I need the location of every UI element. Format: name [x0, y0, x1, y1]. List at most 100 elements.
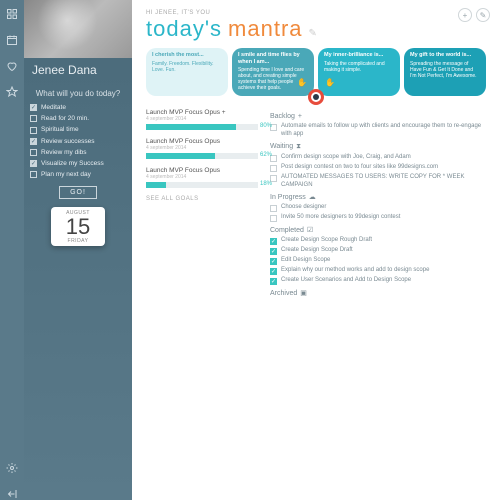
task-label: Create Design Scope Draft — [281, 247, 353, 255]
mantra-body: Taking the complicated and making it sim… — [324, 61, 394, 73]
cloud-icon: ☁ — [309, 193, 316, 201]
goal-card[interactable]: Launch MVP Focus Opus4 september 201418% — [146, 167, 258, 188]
mantra-bubble[interactable]: I smile and time flies by when I am...Sp… — [232, 48, 314, 96]
check-icon: ☑ — [307, 226, 313, 234]
checkbox-icon[interactable] — [30, 115, 37, 122]
checkbox-icon[interactable] — [270, 278, 277, 285]
task-item[interactable]: Invite 50 more designers to 99design con… — [270, 214, 486, 222]
todo-label: Visualize my Success — [41, 160, 104, 167]
goal-percent: 80% — [260, 123, 272, 129]
todo-label: Plan my next day — [41, 171, 91, 178]
todo-label: Spiritual time — [41, 126, 79, 133]
todo-label: Review successes — [41, 138, 94, 145]
goal-percent: 18% — [260, 181, 272, 187]
task-item[interactable]: Explain why our method works and add to … — [270, 267, 486, 275]
edit-title-icon[interactable]: ✎ — [309, 28, 318, 39]
checkbox-icon[interactable] — [30, 149, 37, 156]
checkbox-icon[interactable] — [270, 268, 277, 275]
plus-icon: + — [298, 113, 302, 120]
page-title: today's mantra ✎ — [146, 16, 486, 42]
hourglass-icon: ⧗ — [296, 143, 301, 151]
mantra-bubble[interactable]: My gift to the world is... Spreading the … — [404, 48, 486, 96]
checkbox-icon[interactable] — [30, 171, 37, 178]
goal-date: 4 september 2014 — [146, 145, 258, 151]
checkbox-icon[interactable] — [270, 258, 277, 265]
checkbox-icon[interactable] — [270, 248, 277, 255]
calendar-weekday: FRIDAY — [51, 238, 105, 244]
goal-title: Launch MVP Focus Opus — [146, 167, 258, 174]
goal-card[interactable]: Launch MVP Focus Opus4 september 201462% — [146, 138, 258, 159]
checkbox-icon[interactable] — [30, 160, 37, 167]
archive-icon: ▣ — [300, 289, 307, 297]
todo-item[interactable]: Plan my next day — [30, 171, 126, 178]
add-button[interactable]: + — [458, 8, 472, 22]
section-header: Completed ☑ — [270, 226, 486, 234]
goal-card[interactable]: Launch MVP Focus Opus +4 september 20148… — [146, 109, 258, 130]
checkbox-icon[interactable] — [30, 127, 37, 134]
nav-settings-icon[interactable] — [6, 462, 18, 474]
section-label: Archived — [270, 290, 297, 297]
nav-calendar-icon[interactable] — [6, 34, 18, 46]
goal-title: Launch MVP Focus Opus — [146, 138, 258, 145]
nav-star-icon[interactable] — [6, 86, 18, 98]
goal-date: 4 september 2014 — [146, 174, 258, 180]
go-button[interactable]: GO! — [59, 186, 97, 199]
task-label: Create Design Scope Rough Draft — [281, 237, 372, 245]
task-item[interactable]: Create Design Scope Rough Draft — [270, 237, 486, 245]
nav-heart-icon[interactable] — [6, 60, 18, 72]
task-item[interactable]: AUTOMATED MESSAGES TO USERS: WRITE COPY … — [270, 174, 486, 190]
task-label: Confirm design scope with Joe, Craig, an… — [281, 154, 411, 162]
task-item[interactable]: Post design contest on two to four sites… — [270, 164, 486, 172]
nav-logout-icon[interactable] — [6, 488, 18, 500]
task-label: AUTOMATED MESSAGES TO USERS: WRITE COPY … — [281, 174, 486, 190]
todo-item[interactable]: Read for 20 min. — [30, 115, 126, 122]
edit-button[interactable]: ✎ — [476, 8, 490, 22]
mantra-head: My gift to the world is... — [410, 52, 480, 59]
user-name: Jenee Dana — [24, 58, 132, 85]
checkbox-icon[interactable] — [30, 104, 37, 111]
section-label: In Progress — [270, 194, 306, 201]
todo-item[interactable]: Meditate — [30, 104, 126, 111]
checkbox-icon[interactable] — [270, 215, 277, 222]
mantra-head: I smile and time flies by when I am... — [238, 52, 308, 65]
section-label: Completed — [270, 227, 304, 234]
task-label: Create User Scenarios and Add to Design … — [281, 277, 411, 285]
todo-item[interactable]: Spiritual time — [30, 126, 126, 133]
todo-item[interactable]: Review my dibs — [30, 149, 126, 156]
profile-photo — [24, 0, 132, 58]
section-label: Backlog — [270, 113, 295, 120]
task-item[interactable]: Edit Design Scope — [270, 257, 486, 265]
task-item[interactable]: Automate emails to follow up with client… — [270, 123, 486, 139]
task-item[interactable]: Create Design Scope Draft — [270, 247, 486, 255]
task-item[interactable]: Create User Scenarios and Add to Design … — [270, 277, 486, 285]
todo-label: Meditate — [41, 104, 66, 111]
mantra-bubble[interactable]: My inner-brilliance is... Taking the comp… — [318, 48, 400, 96]
checkbox-icon[interactable] — [270, 205, 277, 212]
nav-grid-icon[interactable] — [6, 8, 18, 20]
todo-item[interactable]: Visualize my Success — [30, 160, 126, 167]
checkbox-icon[interactable] — [30, 138, 37, 145]
todo-label: Read for 20 min. — [41, 115, 89, 122]
goal-date: 4 september 2014 — [146, 116, 258, 122]
todo-item[interactable]: Review successes — [30, 138, 126, 145]
mantra-bubble[interactable]: I cherish the most... Family. Freedom. Fl… — [146, 48, 228, 96]
task-label: Automate emails to follow up with client… — [281, 123, 486, 139]
mantra-body: Family. Freedom. Flexibility. Love. Fun. — [152, 61, 222, 73]
section-header: In Progress ☁ — [270, 193, 486, 201]
calendar-widget[interactable]: AUGUST 15 FRIDAY — [51, 207, 105, 246]
see-all-goals[interactable]: SEE ALL GOALS — [146, 196, 258, 202]
task-item[interactable]: Choose designer — [270, 204, 486, 212]
goal-percent: 62% — [260, 152, 272, 158]
mantra-body: Spreading the message of Have Fun & Get … — [410, 61, 480, 79]
task-item[interactable]: Confirm design scope with Joe, Craig, an… — [270, 154, 486, 162]
mantra-head: I cherish the most... — [152, 52, 222, 59]
task-label: Edit Design Scope — [281, 257, 330, 265]
section-header: Waiting ⧗ — [270, 143, 486, 151]
mantra-head: My inner-brilliance is... — [324, 52, 394, 59]
section-label: Waiting — [270, 143, 293, 150]
task-label: Post design contest on two to four sites… — [281, 164, 438, 172]
checkbox-icon[interactable] — [270, 165, 277, 172]
title-accent: mantra — [228, 16, 302, 42]
sidebar-prompt: What will you do today? — [24, 85, 132, 104]
checkbox-icon[interactable] — [270, 238, 277, 245]
